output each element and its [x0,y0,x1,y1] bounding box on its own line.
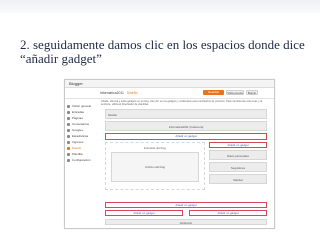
sidebar-item-label: Entradas [72,110,85,114]
template-icon [67,153,70,156]
blogger-logo[interactable]: Blogger [69,81,83,86]
add-gadget-sidebar[interactable]: Añadir un gadget [209,142,267,148]
blogger-screenshot: Blogger informatica2011 · Diseño Guardar… [64,79,275,229]
posts-icon [67,111,70,114]
add-gadget-label: Añadir un gadget [133,211,155,215]
save-layout-button[interactable]: Guardar disposición [203,90,224,99]
google-plus-icon [67,129,70,132]
add-gadget-label: Añadir un gadget [175,134,197,138]
add-gadget-label: Añadir un gadget [175,203,197,207]
header-gadget-title: Informatica2011 (Cabecera) [168,125,204,129]
sidebar-item-label: Comentarios [72,122,90,126]
blogger-topbar: Blogger [65,80,274,88]
sidebar-gadget-title: Sidebar [233,178,243,182]
layout-help-text: Añade, elimina y edita gadgets en tu blo… [101,100,263,107]
stats-icon [67,135,70,138]
sidebar-item-overview[interactable]: Visión general [67,104,97,109]
header-gadget[interactable]: Informatica2011 (Cabecera) [105,121,267,131]
sidebar-item-posts[interactable]: Entradas [67,110,97,115]
sidebar-item-label: Visión general [72,104,91,108]
preview-button[interactable]: Vista previa [226,90,244,95]
sidebar-gadget[interactable]: Sidebar [209,174,267,184]
sidebar-item-stats[interactable]: Estadísticas [67,134,97,139]
sidebar-item-label: Páginas [72,116,83,120]
add-gadget-label: Añadir un gadget [217,211,239,215]
sidebar-item-label: Google+ [72,128,84,132]
earnings-icon [67,141,70,144]
attribution-gadget[interactable]: Atribución [105,219,267,225]
slide-top-band [0,0,320,13]
sidebar-item-earnings[interactable]: Ingresos [67,140,97,145]
breadcrumb-separator: · [124,91,126,95]
sidebar-item-label: Configuración [72,158,91,162]
overview-icon [67,105,70,108]
current-section-label: Diseño [126,91,138,95]
blog-header-bar: informatica2011 · Diseño Guardar disposi… [65,88,274,99]
pages-icon [67,117,70,120]
settings-icon [67,159,70,162]
sidebar-item-label: Ingresos [72,140,84,144]
navbar-gadget-title: Navbar [108,113,118,117]
layout-editor: Añade, elimina y edita gadgets en tu blo… [101,100,271,225]
add-gadget-label: Añadir un gadget [227,143,249,147]
sidebar-item-settings[interactable]: Configuración [67,158,97,163]
clear-button[interactable]: Borrar [246,90,258,95]
followers-gadget-title: Seguidores [230,166,246,170]
add-gadget-footer[interactable]: Añadir un gadget [105,202,267,208]
sidebar-item-pages[interactable]: Páginas [67,116,97,121]
blog-name-link[interactable]: informatica2011 [100,91,124,95]
sidebar-item-google-plus[interactable]: Google+ [67,128,97,133]
add-gadget-header[interactable]: Añadir un gadget [105,133,267,140]
add-gadget-footer-right[interactable]: Añadir un gadget [189,210,267,216]
main-column-label: Entradas del blog [144,146,166,150]
slide-title: 2. seguidamente damos clic en los espaci… [20,37,305,66]
sidebar-item-label: Plantilla [72,152,83,156]
sidebar-item-label: Diseño [72,146,82,150]
attribution-gadget-title: Atribución [179,221,193,225]
left-sidebar: Visión general Entradas Páginas Comentar… [67,104,97,164]
sidebar-item-label: Estadísticas [72,134,89,138]
blog-posts-gadget-title: Archivo del blog [145,165,165,169]
comments-icon [67,123,70,126]
breadcrumb: informatica2011 · Diseño [100,91,137,95]
navbar-gadget[interactable]: Navbar [105,109,267,119]
followers-gadget[interactable]: Seguidores [209,162,267,172]
sidebar-item-template[interactable]: Plantilla [67,152,97,157]
layout-icon [67,147,70,150]
add-gadget-footer-left[interactable]: Añadir un gadget [105,210,183,216]
sidebar-item-layout[interactable]: Diseño [67,146,97,151]
sidebar-item-comments[interactable]: Comentarios [67,122,97,127]
profile-gadget-title: Datos personales [227,154,249,158]
blog-posts-gadget[interactable]: Archivo del blog [111,152,199,182]
profile-gadget[interactable]: Datos personales [209,150,267,160]
